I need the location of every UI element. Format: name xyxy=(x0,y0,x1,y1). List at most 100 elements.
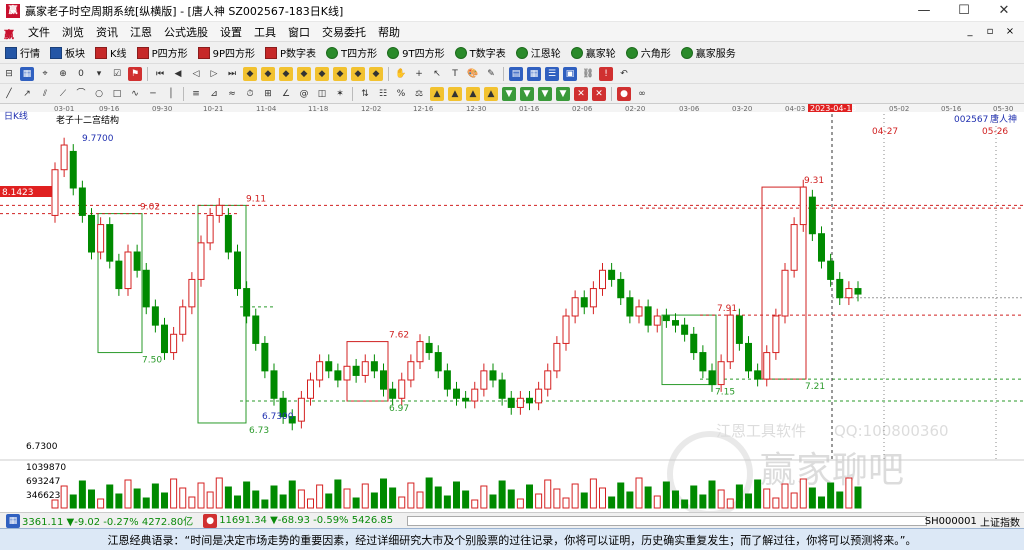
mdi-minimize-button[interactable]: _ xyxy=(960,22,980,42)
angle-tool-icon[interactable]: ∠ xyxy=(279,87,293,101)
channel-tool-icon[interactable]: ⫽ xyxy=(38,87,52,101)
mark10-icon[interactable]: ✕ xyxy=(592,86,606,101)
mark2-icon[interactable]: ▲ xyxy=(448,86,462,101)
prev-icon[interactable]: ◀ xyxy=(171,67,185,81)
diamond2-icon[interactable]: ◆ xyxy=(261,66,275,81)
first-icon[interactable]: ⏮ xyxy=(153,67,167,81)
close-button[interactable]: ✕ xyxy=(984,0,1024,22)
cursor-icon[interactable]: ⌖ xyxy=(38,67,52,81)
scale-tool-icon[interactable]: ⚖ xyxy=(412,87,426,101)
minimize-button[interactable]: — xyxy=(904,0,944,22)
t-square-button[interactable]: T四方形 xyxy=(321,43,382,63)
hexagon-button[interactable]: 六角形 xyxy=(621,43,676,63)
last-icon[interactable]: ⏭ xyxy=(225,67,239,81)
zoom-icon[interactable]: ⊕ xyxy=(56,67,70,81)
diamond7-icon[interactable]: ◆ xyxy=(351,66,365,81)
mark9-icon[interactable]: ✕ xyxy=(574,86,588,101)
index-selector[interactable]: SH000001 上证指数 xyxy=(925,513,1020,529)
service-button[interactable]: 赢家服务 xyxy=(676,43,741,63)
mark8-icon[interactable]: ▼ xyxy=(556,86,570,101)
diamond8-icon[interactable]: ◆ xyxy=(369,66,383,81)
hline-tool-icon[interactable]: ─ xyxy=(146,87,160,101)
glasses-icon[interactable]: ∞ xyxy=(635,87,649,101)
time-tool-icon[interactable]: ⏱ xyxy=(243,87,257,101)
flag-icon[interactable]: ⚑ xyxy=(128,66,142,81)
mark3-icon[interactable]: ▲ xyxy=(466,86,480,101)
circle-tool-icon[interactable]: ○ xyxy=(92,87,106,101)
sectors-button[interactable]: 板块 xyxy=(45,43,90,63)
menu-browse[interactable]: 浏览 xyxy=(56,24,90,40)
line-tool-icon[interactable]: ╱ xyxy=(2,87,16,101)
diamond6-icon[interactable]: ◆ xyxy=(333,66,347,81)
square-tool-icon[interactable]: ◫ xyxy=(315,87,329,101)
link-icon[interactable]: ⛓ xyxy=(581,67,595,81)
alert-icon[interactable]: ! xyxy=(599,66,613,81)
spiral-tool-icon[interactable]: @ xyxy=(297,87,311,101)
wave-tool-icon[interactable]: ≈ xyxy=(225,87,239,101)
next-icon[interactable]: ▷ xyxy=(207,67,221,81)
t-table-button[interactable]: T数字表 xyxy=(450,43,511,63)
back-icon[interactable]: ◁ xyxy=(189,67,203,81)
rect-tool-icon[interactable]: □ xyxy=(110,87,124,101)
9t-square-button[interactable]: 9T四方形 xyxy=(382,43,449,63)
window-icon[interactable]: ▣ xyxy=(563,66,577,81)
p-square-button[interactable]: P四方形 xyxy=(132,43,193,63)
undo-icon[interactable]: ↶ xyxy=(617,67,631,81)
pen-icon[interactable]: ✎ xyxy=(484,67,498,81)
diamond-icon[interactable]: ◆ xyxy=(243,66,257,81)
gann-tool-icon[interactable]: ⊿ xyxy=(207,87,221,101)
fib-tool-icon[interactable]: ≡ xyxy=(189,87,203,101)
maximize-button[interactable]: ☐ xyxy=(944,0,984,22)
kline-chart[interactable]: 03-01 09-16 09-30 10-21 11-04 11-18 12-02 12-16… xyxy=(0,104,1024,512)
arc-tool-icon[interactable]: ⌒ xyxy=(74,87,88,101)
winner-wheel-button[interactable]: 赢家轮 xyxy=(566,43,621,63)
kline-button[interactable]: K线 xyxy=(90,43,132,63)
diamond5-icon[interactable]: ◆ xyxy=(315,66,329,81)
text-icon[interactable]: T xyxy=(448,67,462,81)
sh-index[interactable]: ▦ 3361.11 ▼-9.02 -0.27% 4272.80亿 xyxy=(0,513,197,528)
menu-window[interactable]: 窗口 xyxy=(282,24,316,40)
hand-icon[interactable]: ✋ xyxy=(394,67,408,81)
zero-icon[interactable]: 0 xyxy=(74,67,88,81)
mdi-restore-button[interactable]: ▫ xyxy=(980,22,1000,42)
crosshair-icon[interactable]: + xyxy=(412,67,426,81)
kline-chart-svg[interactable]: 03-01 09-16 09-30 10-21 11-04 11-18 12-02 12-16… xyxy=(0,104,1024,512)
menu-gann[interactable]: 江恩 xyxy=(124,24,158,40)
p-table-button[interactable]: P数字表 xyxy=(260,43,321,63)
check-icon[interactable]: ☑ xyxy=(110,67,124,81)
mark4-icon[interactable]: ▲ xyxy=(484,86,498,101)
grid-icon[interactable]: ▦ xyxy=(527,66,541,81)
9p-square-button[interactable]: 9P四方形 xyxy=(193,43,260,63)
percent-tool-icon[interactable]: % xyxy=(394,87,408,101)
ray-tool-icon[interactable]: ↗ xyxy=(20,87,34,101)
stack-tool-icon[interactable]: ☷ xyxy=(376,87,390,101)
list-icon[interactable]: ☰ xyxy=(545,66,559,81)
palette-icon[interactable]: 🎨 xyxy=(466,67,480,81)
mdi-close-button[interactable]: × xyxy=(1000,22,1020,42)
menu-formula[interactable]: 公式选股 xyxy=(158,24,214,40)
diamond3-icon[interactable]: ◆ xyxy=(279,66,293,81)
fan-tool-icon[interactable]: ⟋ xyxy=(56,87,70,101)
layout-icon[interactable]: ⊟ xyxy=(2,67,16,81)
diamond4-icon[interactable]: ◆ xyxy=(297,66,311,81)
vline-tool-icon[interactable]: │ xyxy=(164,87,178,101)
mark5-icon[interactable]: ▼ xyxy=(502,86,516,101)
mark1-icon[interactable]: ▲ xyxy=(430,86,444,101)
record-icon[interactable]: ● xyxy=(617,86,631,101)
menu-settings[interactable]: 设置 xyxy=(214,24,248,40)
quotes-button[interactable]: 行情 xyxy=(0,43,45,63)
menu-help[interactable]: 帮助 xyxy=(372,24,406,40)
gann-wheel-button[interactable]: 江恩轮 xyxy=(511,43,566,63)
mark7-icon[interactable]: ▼ xyxy=(538,86,552,101)
star-tool-icon[interactable]: ✶ xyxy=(333,87,347,101)
dropdown-icon[interactable]: ▾ xyxy=(92,67,106,81)
cycle-tool-icon[interactable]: ∿ xyxy=(128,87,142,101)
table-icon[interactable]: ▤ xyxy=(509,66,523,81)
arrow-icon[interactable]: ↖ xyxy=(430,67,444,81)
sort-tool-icon[interactable]: ⇅ xyxy=(358,87,372,101)
chart-icon[interactable]: ▦ xyxy=(20,66,34,81)
mark6-icon[interactable]: ▼ xyxy=(520,86,534,101)
menu-news[interactable]: 资讯 xyxy=(90,24,124,40)
menu-trade[interactable]: 交易委托 xyxy=(316,24,372,40)
sz-index[interactable]: ● 11691.34 ▼-68.93 -0.59% 5426.85 xyxy=(197,513,397,528)
